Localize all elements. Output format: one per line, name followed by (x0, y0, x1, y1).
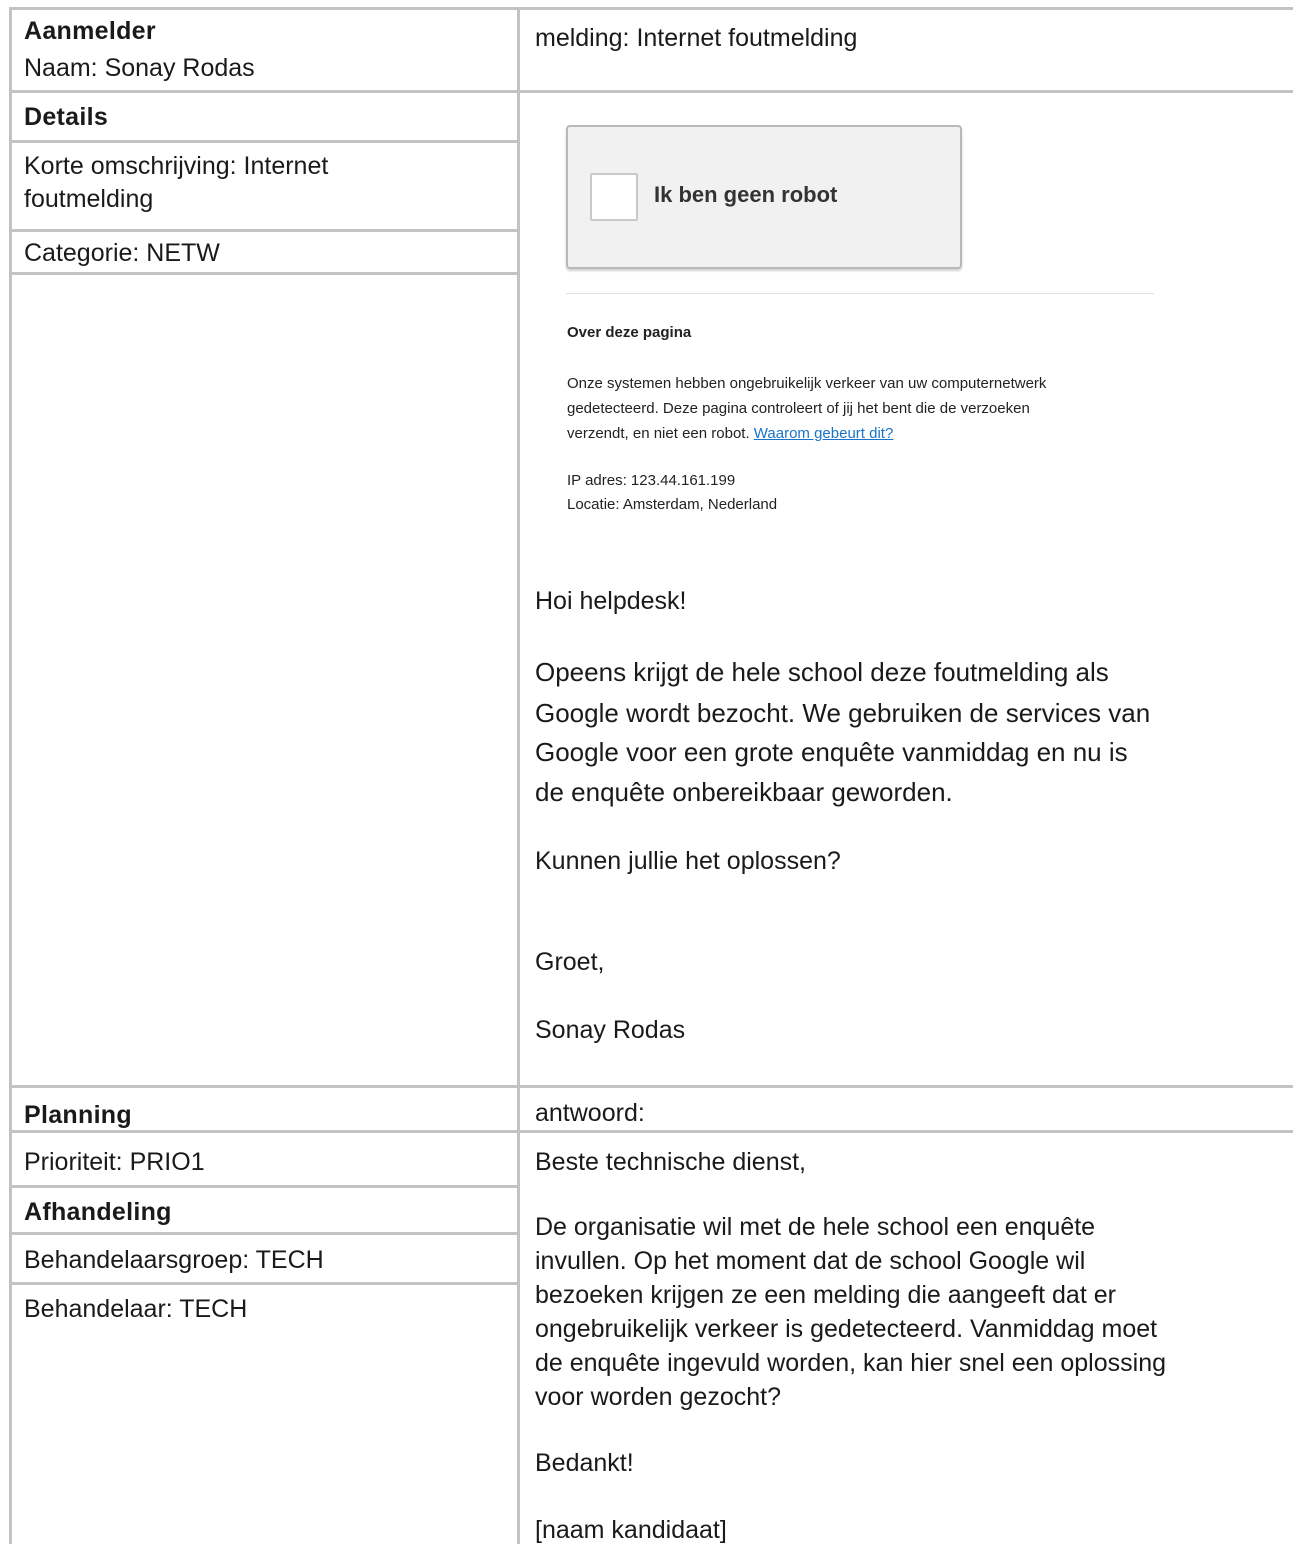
captcha-widget: Ik ben geen robot (566, 125, 962, 269)
about-text-line-3-text: verzendt, en niet een robot. (567, 425, 750, 442)
why-link: Waarom gebeurt dit? (753, 425, 894, 442)
location: Locatie: Amsterdam, Nederland (567, 496, 778, 513)
message-closing: Groet, (535, 948, 605, 976)
row-divider-description (9, 229, 517, 232)
answer-body-line-5: de enquête ingevuld worden, kan hier sne… (535, 1349, 1167, 1377)
handler-group: Behandelaarsgroep: TECH (24, 1246, 324, 1274)
captcha-checkbox (590, 173, 638, 221)
column-divider (517, 7, 520, 1544)
ip-address: IP adres: 123.44.161.199 (567, 472, 736, 489)
answer-salutation: Beste technische dienst, (535, 1148, 806, 1176)
about-text-line-2: gedetecteerd. Deze pagina controleert of… (567, 400, 1030, 417)
row-divider-group (9, 1282, 517, 1285)
table-border-left (9, 7, 12, 1544)
row-divider-message (9, 1085, 1293, 1088)
about-heading: Over deze pagina (567, 324, 692, 341)
message-body-line-2: Google wordt bezocht. We gebruiken de se… (535, 698, 1151, 728)
reporter-name: Naam: Sonay Rodas (24, 54, 255, 82)
answer-thanks: Bedankt! (535, 1449, 634, 1477)
captcha-label: Ik ben geen robot (654, 182, 838, 207)
screenshot-separator (566, 293, 1154, 294)
message-question: Kunnen jullie het oplossen? (535, 847, 841, 875)
planning-heading: Planning (24, 1101, 132, 1129)
answer-label: antwoord: (535, 1099, 645, 1127)
details-heading: Details (24, 103, 109, 131)
priority: Prioriteit: PRIO1 (24, 1148, 205, 1176)
ticket-subject: melding: Internet foutmelding (535, 24, 858, 52)
message-body-line-4: de enquête onbereikbaar geworden. (535, 777, 953, 807)
answer-signature: [naam kandidaat] (535, 1516, 727, 1544)
answer-body-line-2: invullen. Op het moment dat de school Go… (535, 1247, 1086, 1275)
row-divider-category (9, 272, 517, 275)
about-text-line-3: verzendt, en niet een robot. Waarom gebe… (567, 423, 893, 445)
message-body-line-3: Google voor een grote enquête vanmiddag … (535, 737, 1128, 767)
table-border-top (9, 7, 1293, 10)
answer-body-line-4: ongebruikelijk verkeer is gedetecteerd. … (535, 1315, 1158, 1343)
reporter-heading: Aanmelder (24, 17, 156, 45)
message-body-line-1: Opeens krijgt de hele school deze foutme… (535, 657, 1109, 687)
handler: Behandelaar: TECH (24, 1295, 248, 1323)
answer-body-line-6: voor worden gezocht? (535, 1383, 781, 1411)
message-signature: Sonay Rodas (535, 1016, 686, 1044)
answer-body-line-3: bezoeken krijgen ze een melding die aang… (535, 1281, 1116, 1309)
handling-heading: Afhandeling (24, 1198, 172, 1226)
short-description: Korte omschrijving: Internet foutmelding (24, 152, 329, 213)
ticket-form-table: Aanmelder Naam: Sonay Rodas Details Kort… (0, 0, 1293, 1544)
category: Categorie: NETW (24, 239, 220, 267)
row-divider-priority (9, 1185, 517, 1188)
about-text-line-1: Onze systemen hebben ongebruikelijk verk… (567, 375, 1047, 392)
row-divider-details-heading (9, 140, 517, 143)
row-divider-reporter (9, 90, 1293, 93)
row-divider-planning-heading (9, 1130, 1293, 1133)
answer-body-line-1: De organisatie wil met de hele school ee… (535, 1213, 1096, 1241)
message-greeting: Hoi helpdesk! (535, 587, 687, 615)
row-divider-handling-heading (9, 1232, 517, 1235)
